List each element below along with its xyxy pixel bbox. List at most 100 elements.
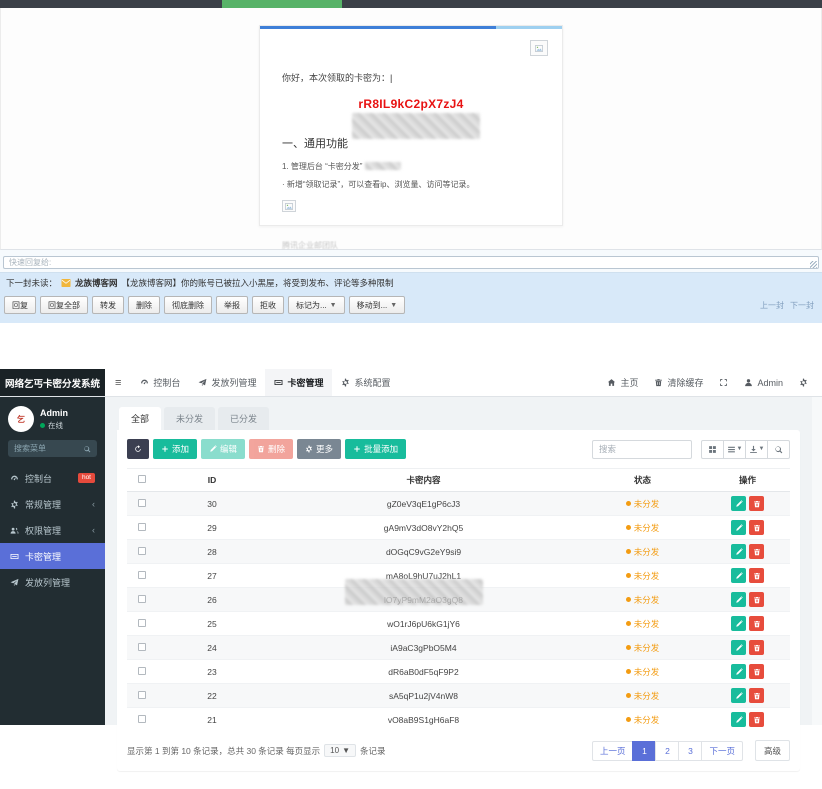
status-badge: 未分发 [626,642,660,654]
row-delete-button[interactable] [749,544,764,559]
search-button[interactable] [767,440,790,459]
row-edit-button[interactable] [731,688,746,703]
edit-button[interactable]: 编辑 [201,439,245,459]
nav-item-distribution[interactable]: 发放列管理 [189,369,265,396]
brand-title[interactable]: 网络乞丐卡密分发系统 [0,369,105,396]
nav-user-menu[interactable]: Admin [736,369,791,396]
prev-mail-link[interactable]: 上一封 [760,300,784,311]
sidebar-item-general[interactable]: 常规管理 ‹ [0,491,105,517]
row-checkbox[interactable] [138,547,146,555]
mail-body-card: 你好，本次领取的卡密为：| rR8IL9kC2pX7zJ4 一、通用功能 1. … [259,25,563,226]
advanced-search-button[interactable]: 高级 [755,740,790,761]
row-edit-button[interactable] [731,568,746,583]
add-button[interactable]: 添加 [153,439,197,459]
col-header-content[interactable]: 卡密内容 [267,469,580,492]
nav-settings-button[interactable] [791,369,816,396]
row-checkbox[interactable] [138,595,146,603]
table-row[interactable]: 30gZ0eV3qE1gP6cJ3 未分发 [127,492,790,516]
col-header-id[interactable]: ID [157,469,267,492]
export-dropdown-button[interactable]: ▼ [745,440,768,459]
reply-all-button[interactable]: 回复全部 [40,296,88,314]
row-delete-button[interactable] [749,616,764,631]
table-row[interactable]: 25wO1rJ6pU6kG1jY6 未分发 [127,612,790,636]
row-checkbox[interactable] [138,571,146,579]
report-button[interactable]: 举报 [216,296,248,314]
tab-all[interactable]: 全部 [119,407,161,430]
card-icon [10,552,19,561]
row-edit-button[interactable] [731,520,746,535]
sidebar-item-distribution[interactable]: 发放列管理 [0,569,105,595]
row-delete-button[interactable] [749,592,764,607]
select-all-checkbox[interactable] [138,475,146,483]
row-edit-button[interactable] [731,544,746,559]
delete-forever-button[interactable]: 彻底删除 [164,296,212,314]
table-row[interactable]: 21vO8aB9S1gH6aF8 未分发 [127,708,790,732]
table-search-input[interactable] [592,440,692,459]
table-row[interactable]: 29gA9mV3dO8vY2hQ5 未分发 [127,516,790,540]
pagination-page-3[interactable]: 3 [678,741,702,761]
row-checkbox[interactable] [138,715,146,723]
row-checkbox[interactable] [138,667,146,675]
toggle-view-button[interactable] [701,440,724,459]
next-unread-subject[interactable]: 【龙族博客网】你的账号已被拉入小黑屋，将受到发布、评论等多种限制 [122,277,394,289]
table-row[interactable]: 22sA5qP1u2jV4nW8 未分发 [127,684,790,708]
row-delete-button[interactable] [749,688,764,703]
table-row[interactable]: 28dOGqC9vG2eY9si9 未分发 [127,540,790,564]
sidebar-toggle-icon[interactable]: ≡ [105,369,131,396]
batch-add-button[interactable]: 批量添加 [345,439,406,459]
pagination-prev[interactable]: 上一页 [592,741,634,761]
row-checkbox[interactable] [138,643,146,651]
tab-distributed[interactable]: 已分发 [218,407,269,430]
row-checkbox[interactable] [138,619,146,627]
next-unread-sender[interactable]: 龙族博客网 [75,277,118,289]
row-delete-button[interactable] [749,640,764,655]
row-checkbox[interactable] [138,523,146,531]
row-edit-button[interactable] [731,592,746,607]
nav-item-system-config[interactable]: 系统配置 [332,369,399,396]
col-header-status[interactable]: 状态 [580,469,705,492]
row-delete-button[interactable] [749,712,764,727]
row-delete-button[interactable] [749,520,764,535]
next-mail-link[interactable]: 下一封 [790,300,814,311]
row-delete-button[interactable] [749,568,764,583]
pagination-next[interactable]: 下一页 [701,741,743,761]
row-checkbox[interactable] [138,691,146,699]
nav-item-card-keys[interactable]: 卡密管理 [265,369,332,396]
nav-clear-cache-link[interactable]: 清除缓存 [646,369,711,396]
mark-as-dropdown[interactable]: 标记为...▼ [288,296,345,314]
row-edit-button[interactable] [731,616,746,631]
row-edit-button[interactable] [731,712,746,727]
row-delete-button[interactable] [749,664,764,679]
forward-button[interactable]: 转发 [92,296,124,314]
table-row[interactable]: 24iA9aC3gPbO5M4 未分发 [127,636,790,660]
tab-undistributed[interactable]: 未分发 [164,407,215,430]
table-row[interactable]: 23dR6aB0dF5qF9P2 未分发 [127,660,790,684]
sidebar-user-panel: 乞 Admin 在线 [0,397,105,437]
sidebar-item-dashboard[interactable]: 控制台 hot [0,465,105,491]
sidebar-search-input[interactable] [14,444,83,453]
gauge-icon [10,474,19,483]
reject-button[interactable]: 拒收 [252,296,284,314]
row-edit-button[interactable] [731,664,746,679]
row-edit-button[interactable] [731,640,746,655]
nav-item-dashboard[interactable]: 控制台 [131,369,189,396]
sidebar-item-card-keys[interactable]: 卡密管理 [0,543,105,569]
reply-button[interactable]: 回复 [4,296,36,314]
pagination-page-1[interactable]: 1 [632,741,656,761]
sidebar-item-permissions[interactable]: 权限管理 ‹ [0,517,105,543]
page-size-dropdown[interactable]: 10▼ [324,744,356,757]
resize-grip-icon[interactable] [810,261,817,268]
quick-reply-input[interactable] [3,256,819,269]
delete-button[interactable]: 删除 [128,296,160,314]
fullscreen-button[interactable] [711,369,736,396]
pagination-page-2[interactable]: 2 [655,741,679,761]
row-checkbox[interactable] [138,499,146,507]
row-edit-button[interactable] [731,496,746,511]
move-to-dropdown[interactable]: 移动到...▼ [349,296,406,314]
columns-dropdown-button[interactable]: ▼ [723,440,746,459]
refresh-button[interactable] [127,439,149,459]
delete-button[interactable]: 删除 [249,439,293,459]
row-delete-button[interactable] [749,496,764,511]
nav-home-link[interactable]: 主页 [599,369,646,396]
more-button[interactable]: 更多 [297,439,341,459]
